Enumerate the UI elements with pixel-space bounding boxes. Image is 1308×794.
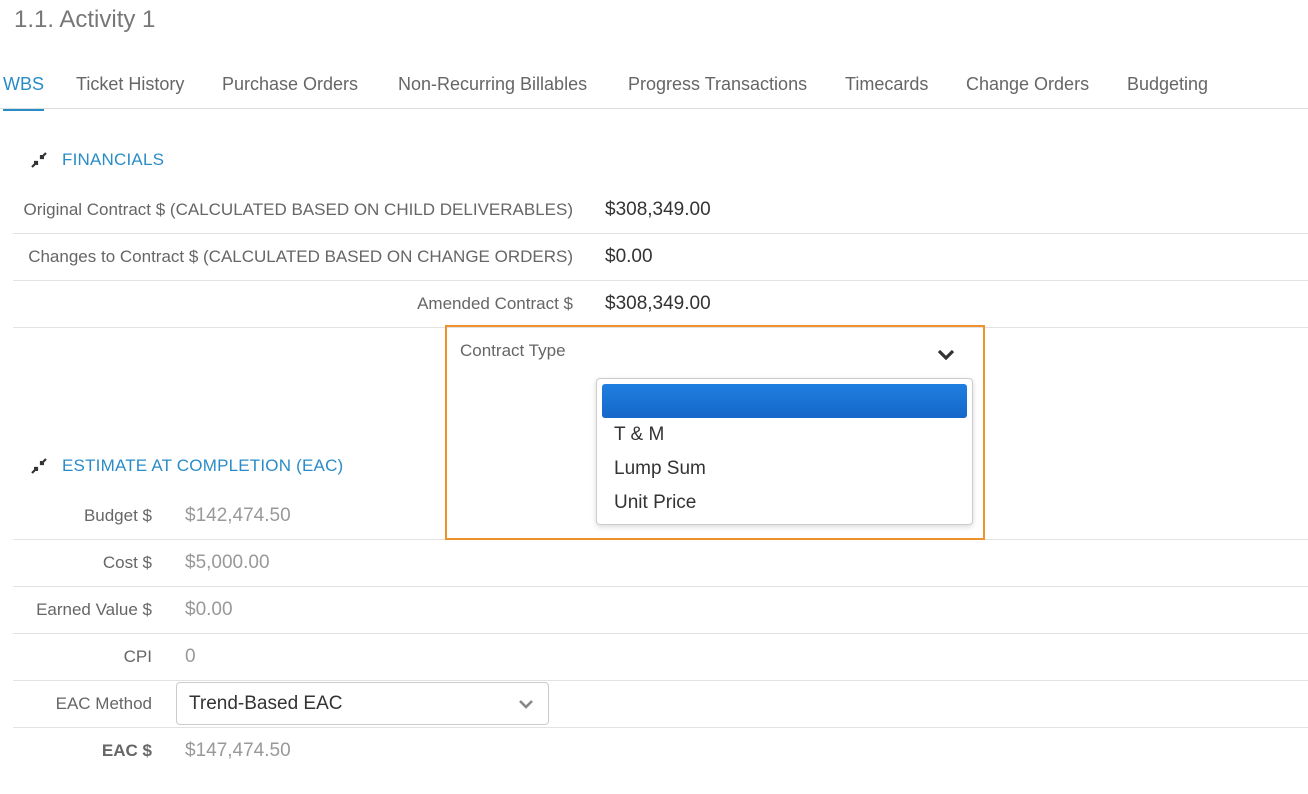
contract-type-option-blank[interactable] [602,384,967,418]
tab-wbs[interactable]: WBS [3,74,45,111]
amended-contract-label: Amended Contract $ [417,294,573,313]
contract-type-option-unit-price[interactable]: Unit Price [597,486,972,520]
eac-method-row: EAC Method Trend-Based EAC [13,680,1308,728]
original-contract-label: Original Contract $ (CALCULATED BASED ON… [23,200,573,219]
collapse-icon[interactable] [30,151,48,169]
cpi-row: CPI 0 [13,633,1308,681]
eac-method-value: Trend-Based EAC [189,693,343,714]
tab-purchase-orders[interactable]: Purchase Orders [222,74,358,95]
cost-label: Cost $ [102,553,152,572]
amended-contract-row: Amended Contract $ $308,349.00 [13,280,1308,328]
original-contract-row: Original Contract $ (CALCULATED BASED ON… [13,186,1308,234]
changes-to-contract-label: Changes to Contract $ (CALCULATED BASED … [28,247,573,266]
contract-type-field[interactable]: Contract Type T & M Lump Sum Unit Price [445,325,985,540]
changes-to-contract-row: Changes to Contract $ (CALCULATED BASED … [13,233,1308,281]
tab-budgeting[interactable]: Budgeting [1127,74,1208,95]
page: 1.1. Activity 1 WBS Ticket History Purch… [0,0,1308,794]
amended-contract-value: $308,349.00 [605,293,711,314]
eac-total-label: EAC $ [101,741,152,760]
tab-non-recurring-billables[interactable]: Non-Recurring Billables [398,74,587,95]
eac-total-row: EAC $ $147,474.50 [13,727,1308,774]
budget-label: Budget $ [83,506,152,525]
contract-type-options: T & M Lump Sum Unit Price [596,378,973,525]
tab-progress-transactions[interactable]: Progress Transactions [628,74,807,95]
eac-total-value: $147,474.50 [185,740,291,761]
financials-title: FINANCIALS [62,150,165,169]
collapse-icon[interactable] [30,457,48,475]
contract-type-option-lump-sum[interactable]: Lump Sum [597,452,972,486]
eac-title: ESTIMATE AT COMPLETION (EAC) [62,456,344,475]
contract-type-option-tm[interactable]: T & M [597,418,972,452]
budget-value: $142,474.50 [185,505,291,526]
tab-timecards[interactable]: Timecards [845,74,928,95]
earned-value-value: $0.00 [185,599,233,620]
contract-type-label: Contract Type [460,341,566,360]
earned-value-row: Earned Value $ $0.00 [13,586,1308,634]
page-title: 1.1. Activity 1 [14,6,156,33]
changes-to-contract-value: $0.00 [605,246,653,267]
cost-value: $5,000.00 [185,552,270,573]
eac-method-label: EAC Method [55,694,152,713]
financials-header[interactable]: FINANCIALS [30,150,164,170]
cpi-label: CPI [123,647,152,666]
tab-ticket-history[interactable]: Ticket History [76,74,184,95]
tab-change-orders[interactable]: Change Orders [966,74,1089,95]
cpi-value: 0 [185,646,196,667]
eac-header[interactable]: ESTIMATE AT COMPLETION (EAC) [30,456,343,476]
tab-bar: WBS Ticket History Purchase Orders Non-R… [0,66,1308,111]
chevron-down-icon[interactable] [935,343,957,365]
chevron-down-icon [519,700,533,709]
cost-row: Cost $ $5,000.00 [13,539,1308,587]
original-contract-value: $308,349.00 [605,199,711,220]
eac-method-select[interactable]: Trend-Based EAC [176,682,549,725]
earned-value-label: Earned Value $ [36,600,152,619]
